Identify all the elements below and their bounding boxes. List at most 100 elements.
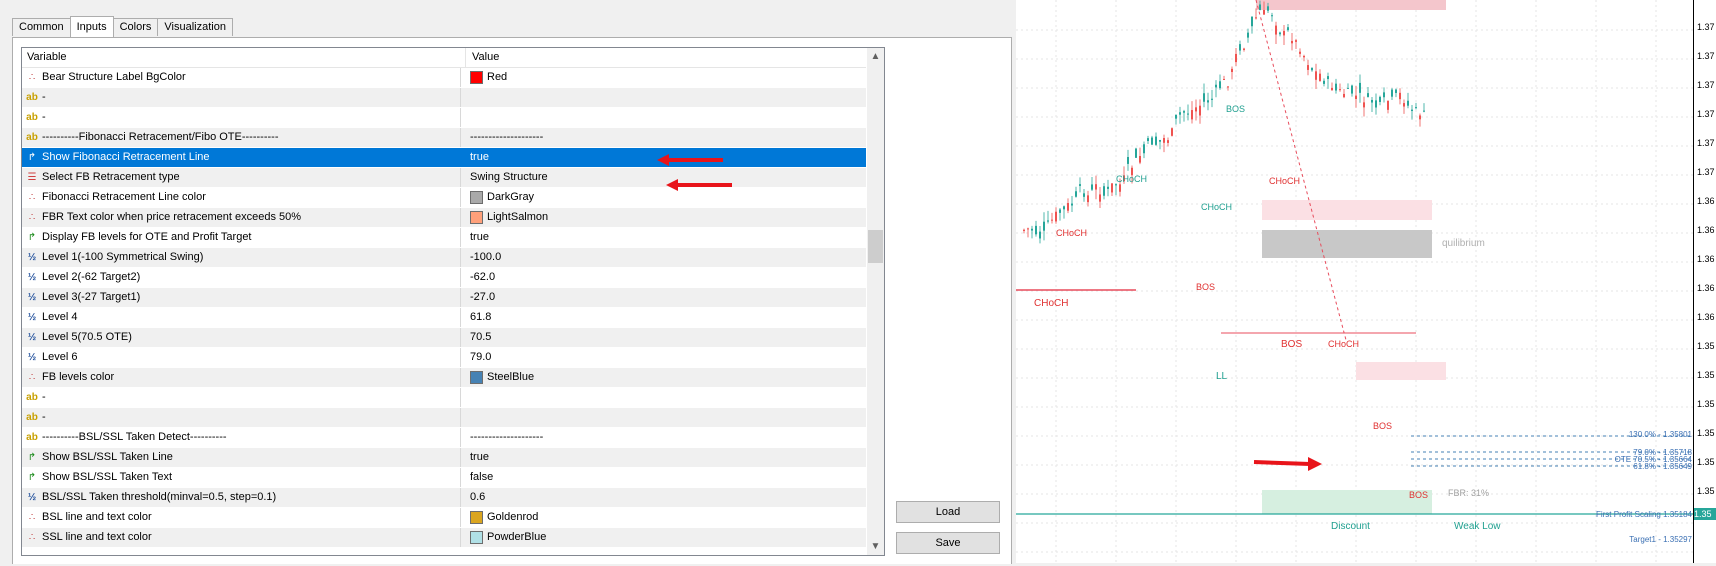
variable-cell[interactable]: ↱ Show BSL/SSL Taken Line [22, 448, 461, 467]
variable-cell[interactable]: ½ Level 3(-27 Target1) [22, 288, 461, 307]
variable-cell[interactable]: ∴ BSL line and text color [22, 508, 461, 527]
value-cell[interactable]: -62.0 [467, 268, 862, 287]
scroll-up-icon[interactable]: ▲ [867, 48, 884, 65]
value-cell[interactable]: 79.0 [467, 348, 862, 367]
table-row[interactable]: ab - [22, 408, 866, 428]
table-row[interactable]: ab - [22, 88, 866, 108]
variable-cell[interactable]: ab ----------Fibonacci Retracement/Fibo O… [22, 128, 461, 147]
value-cell[interactable]: 0.6 [467, 488, 862, 507]
candle-body [1167, 140, 1169, 143]
table-row[interactable]: ∴ FB levels color SteelBlue [22, 368, 866, 388]
load-button[interactable]: Load [896, 501, 1000, 523]
table-row[interactable]: ↱ Display FB levels for OTE and Profit Ta… [22, 228, 866, 248]
value-cell[interactable]: PowderBlue [467, 528, 862, 547]
table-row[interactable]: ∴ SSL line and text color PowderBlue [22, 528, 866, 548]
properties-dialog: Common Inputs Colors Visualization Varia… [0, 0, 1016, 564]
candle-body [1295, 40, 1297, 42]
value-cell[interactable]: 61.8 [467, 308, 862, 327]
variable-cell[interactable]: ∴ Fibonacci Retracement Line color [22, 188, 461, 207]
table-row[interactable]: ½ Level 6 79.0 [22, 348, 866, 368]
tab-inputs[interactable]: Inputs [69, 16, 114, 37]
value-cell[interactable]: -27.0 [467, 288, 862, 307]
tab-visualization[interactable]: Visualization [157, 18, 233, 36]
variable-label: Level 2(-62 Target2) [42, 271, 141, 283]
scrollbar-thumb[interactable] [868, 230, 883, 263]
value-cell[interactable] [467, 388, 862, 407]
variable-cell[interactable]: ∴ FB levels color [22, 368, 461, 387]
variable-cell[interactable]: ab - [22, 408, 461, 427]
scroll-down-icon[interactable]: ▼ [867, 538, 884, 555]
variable-cell[interactable]: ab - [22, 108, 461, 127]
table-row[interactable]: ab - [22, 108, 866, 128]
variable-cell[interactable]: ↱ Display FB levels for OTE and Profit Ta… [22, 228, 461, 247]
tab-common[interactable]: Common [12, 18, 71, 36]
table-row[interactable]: ab - [22, 388, 866, 408]
value-cell[interactable] [467, 88, 862, 107]
table-row[interactable]: ½ Level 1(-100 Symmetrical Swing) -100.0 [22, 248, 866, 268]
variable-cell[interactable]: ½ Level 4 [22, 308, 461, 327]
table-row[interactable]: ∴ BSL line and text color Goldenrod [22, 508, 866, 528]
price-tick-label: 1.35 [1697, 457, 1715, 467]
table-row[interactable]: ↱ Show BSL/SSL Taken Text false [22, 468, 866, 488]
table-row[interactable]: ∴ FBR Text color when price retracement e… [22, 208, 866, 228]
vertical-scrollbar[interactable]: ▲ ▼ [867, 48, 884, 555]
variable-cell[interactable]: ↱ Show BSL/SSL Taken Text [22, 468, 461, 487]
variable-cell[interactable]: ab - [22, 88, 461, 107]
discount-label: Discount [1331, 521, 1370, 532]
bool-type-icon: ↱ [27, 232, 37, 243]
variable-cell[interactable]: ½ Level 5(70.5 OTE) [22, 328, 461, 347]
save-button[interactable]: Save [896, 532, 1000, 554]
annotation-arrow-left-1 [657, 154, 723, 166]
table-row[interactable]: ½ BSL/SSL Taken threshold(minval=0.5, ste… [22, 488, 866, 508]
variable-cell[interactable]: ∴ FBR Text color when price retracement e… [22, 208, 461, 227]
variable-cell[interactable]: ½ BSL/SSL Taken threshold(minval=0.5, ste… [22, 488, 461, 507]
price-chart[interactable]: CHoCH BOS LL Discount Weak Low quilibriu… [1016, 0, 1716, 563]
table-row[interactable]: ½ Level 2(-62 Target2) -62.0 [22, 268, 866, 288]
variable-cell[interactable]: ab - [22, 388, 461, 407]
variable-cell[interactable]: ↱ Show Fibonacci Retracement Line [22, 148, 461, 167]
table-row[interactable]: ½ Level 3(-27 Target1) -27.0 [22, 288, 866, 308]
choch-small-label-3: CHoCH [1269, 176, 1301, 186]
candle-body [1271, 15, 1273, 17]
table-row[interactable]: ↱ Show Fibonacci Retracement Line true [22, 148, 866, 168]
column-header-variable[interactable]: Variable [22, 48, 466, 67]
value-cell[interactable]: Red [467, 68, 862, 87]
value-cell[interactable]: -100.0 [467, 248, 862, 267]
table-row[interactable]: ½ Level 4 61.8 [22, 308, 866, 328]
value-cell[interactable]: -------------------- [467, 128, 862, 147]
table-row[interactable]: ∴ Fibonacci Retracement Line color DarkGra… [22, 188, 866, 208]
value-cell[interactable]: true [467, 228, 862, 247]
candle-body [1067, 203, 1069, 211]
table-row[interactable]: ab ----------Fibonacci Retracement/Fibo O… [22, 128, 866, 148]
value-cell[interactable]: false [467, 468, 862, 487]
variable-cell[interactable]: ½ Level 1(-100 Symmetrical Swing) [22, 248, 461, 267]
variable-cell[interactable]: ½ Level 6 [22, 348, 461, 367]
table-row[interactable]: ½ Level 5(70.5 OTE) 70.5 [22, 328, 866, 348]
table-row[interactable]: ☰ Select FB Retracement type Swing Structu… [22, 168, 866, 188]
tab-colors[interactable]: Colors [112, 18, 159, 36]
variable-label: Show BSL/SSL Taken Line [42, 451, 173, 463]
value-cell[interactable] [467, 108, 862, 127]
variable-cell[interactable]: ∴ Bear Structure Label BgColor [22, 68, 461, 87]
variable-cell[interactable]: ab ----------BSL/SSL Taken Detect--------… [22, 428, 461, 447]
candle-body [1027, 228, 1029, 230]
value-cell[interactable]: SteelBlue [467, 368, 862, 387]
value-cell[interactable] [467, 408, 862, 427]
table-row[interactable]: ab ----------BSL/SSL Taken Detect--------… [22, 428, 866, 448]
candle-body [1203, 93, 1205, 102]
candle-body [1359, 82, 1361, 93]
color-type-icon: ∴ [28, 532, 36, 543]
value-cell[interactable]: -------------------- [467, 428, 862, 447]
value-cell[interactable]: LightSalmon [467, 208, 862, 227]
table-row[interactable]: ↱ Show BSL/SSL Taken Line true [22, 448, 866, 468]
value-cell[interactable]: Goldenrod [467, 508, 862, 527]
column-header-value[interactable]: Value [467, 48, 862, 67]
variable-cell[interactable]: ∴ SSL line and text color [22, 528, 461, 547]
variable-cell[interactable]: ½ Level 2(-62 Target2) [22, 268, 461, 287]
value-cell[interactable]: 70.5 [467, 328, 862, 347]
value-cell[interactable]: true [467, 448, 862, 467]
table-row[interactable]: ∴ Bear Structure Label BgColor Red [22, 68, 866, 88]
color-swatch [470, 370, 483, 384]
variable-cell[interactable]: ☰ Select FB Retracement type [22, 168, 461, 187]
candle-body [1103, 186, 1105, 196]
